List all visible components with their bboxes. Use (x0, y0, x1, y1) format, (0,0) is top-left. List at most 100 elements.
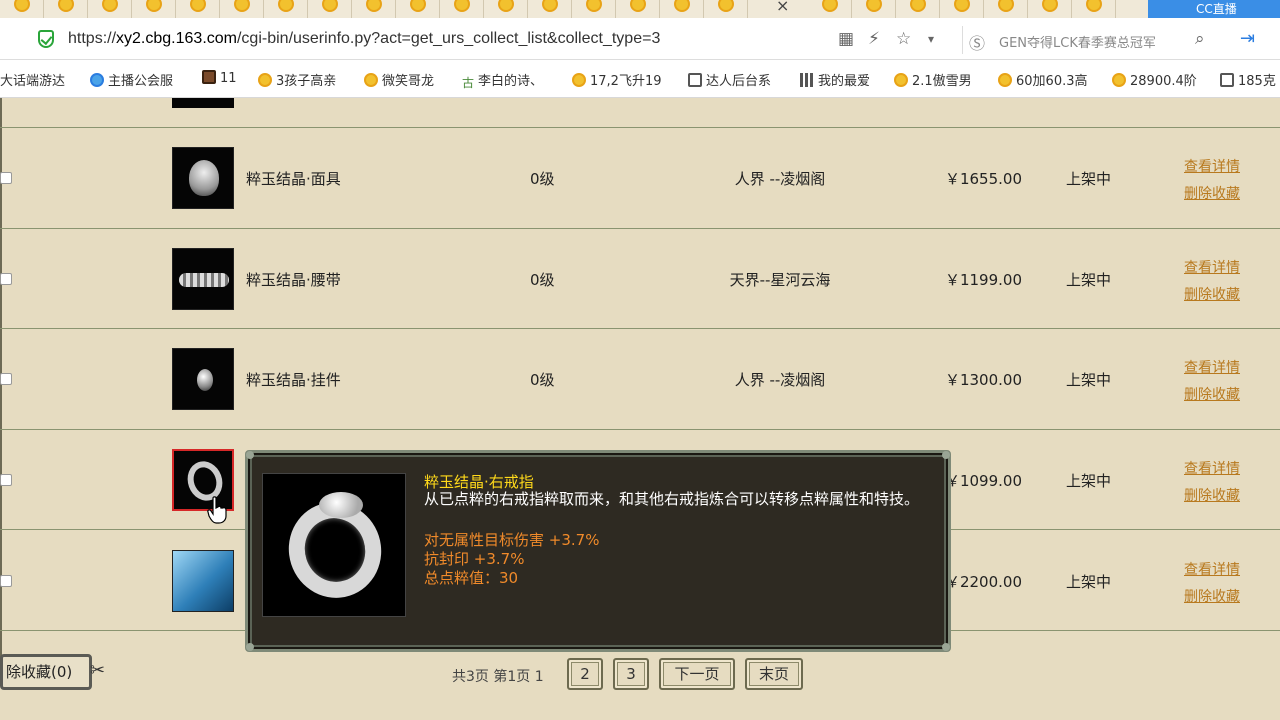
bookmark-item[interactable]: 11 (202, 70, 237, 86)
row-checkbox[interactable] (0, 273, 12, 285)
bookmark-item[interactable]: 大话端游达 (0, 70, 65, 89)
exit-icon[interactable]: ⇥ (1240, 28, 1255, 49)
page-2-button[interactable]: 2 (567, 658, 603, 690)
browser-tab[interactable] (528, 0, 572, 18)
view-detail-link[interactable]: 查看详情 (1184, 156, 1240, 176)
browser-tab[interactable] (396, 0, 440, 18)
browser-tab[interactable] (308, 0, 352, 18)
row-divider (0, 429, 1280, 430)
item-name: 粹玉结晶·面具 (246, 170, 341, 188)
lightning-icon[interactable]: ⚡ (868, 29, 880, 49)
bookmark-item[interactable]: 达人后台系 (688, 70, 771, 89)
item-server: 人界 --凌烟阁 (734, 170, 826, 188)
bookmark-item[interactable]: 古李白的诗、 (462, 70, 543, 90)
bookmark-item[interactable]: 2.1傲雪男 (894, 70, 972, 89)
remove-favorite-link[interactable]: 删除收藏 (1184, 485, 1240, 505)
coin-icon (866, 0, 882, 12)
coin-icon (1042, 0, 1058, 12)
coin-icon (910, 0, 926, 12)
row-checkbox[interactable] (0, 474, 12, 486)
browser-tab[interactable] (572, 0, 616, 18)
search-icon[interactable]: ⌕ (1195, 29, 1205, 49)
search-box[interactable]: Ⓢ GEN夺得LCK春季赛总冠军 ⌕ (962, 26, 1224, 54)
row-checkbox[interactable] (0, 575, 12, 587)
search-input[interactable]: GEN夺得LCK春季赛总冠军 (999, 32, 1156, 51)
view-detail-link[interactable]: 查看详情 (1184, 559, 1240, 579)
remove-favorite-link[interactable]: 删除收藏 (1184, 384, 1240, 404)
item-thumbnail[interactable] (172, 248, 234, 310)
view-detail-link[interactable]: 查看详情 (1184, 257, 1240, 277)
secure-shield-icon (38, 30, 54, 48)
browser-tab[interactable] (220, 0, 264, 18)
browser-tab[interactable] (660, 0, 704, 18)
browser-tab[interactable] (896, 0, 940, 18)
tooltip-corner (246, 451, 254, 459)
view-detail-link[interactable]: 查看详情 (1184, 458, 1240, 478)
coin-icon (146, 0, 162, 12)
item-price: ￥1199.00 (944, 271, 1022, 289)
url-field[interactable]: https://xy2.cbg.163.com/cgi-bin/userinfo… (68, 30, 660, 48)
browser-tab[interactable] (440, 0, 484, 18)
close-tab-icon[interactable]: × (776, 0, 789, 15)
browser-tab[interactable] (940, 0, 984, 18)
remove-favorite-link[interactable]: 删除收藏 (1184, 284, 1240, 304)
row-checkbox[interactable] (0, 373, 12, 385)
last-page-button[interactable]: 末页 (745, 658, 803, 690)
browser-tab[interactable] (484, 0, 528, 18)
browser-tab[interactable] (88, 0, 132, 18)
tooltip-item-image (262, 473, 406, 617)
item-thumbnail[interactable] (172, 550, 234, 612)
browser-tab[interactable] (616, 0, 660, 18)
bookmark-item[interactable]: 185克 (1220, 70, 1276, 89)
browser-tab[interactable] (132, 0, 176, 18)
remove-favorite-link[interactable]: 删除收藏 (1184, 586, 1240, 606)
item-level: 0级 (530, 271, 555, 289)
browser-tab[interactable] (984, 0, 1028, 18)
next-page-button[interactable]: 下一页 (659, 658, 735, 690)
item-thumbnail[interactable] (172, 147, 234, 209)
bookmark-item[interactable]: 17,2飞升19 (572, 70, 662, 89)
tree-icon: 古 (462, 76, 475, 90)
qr-code-icon[interactable]: ▦ (838, 29, 854, 49)
bookmarks-bar: 大话端游达 主播公会服 11 3孩子高亲 微笑哥龙 古李白的诗、 17,2飞升1… (0, 60, 1280, 98)
coin-icon (718, 0, 734, 12)
item-tooltip: 粹玉结晶·右戒指 从已点粹的右戒指粹取而来，和其他右戒指炼合可以转移点粹属性和特… (245, 450, 951, 652)
coin-icon (572, 73, 586, 87)
dropdown-icon[interactable]: ▾ (928, 32, 934, 46)
item-thumbnail[interactable] (172, 348, 234, 410)
row-divider (0, 228, 1280, 229)
coin-icon (234, 0, 250, 12)
browser-tab[interactable] (44, 0, 88, 18)
document-icon (688, 73, 702, 87)
row-checkbox[interactable] (0, 172, 12, 184)
bookmark-item[interactable]: 主播公会服 (90, 70, 173, 89)
bookmark-item[interactable]: 我的最爱 (800, 70, 870, 89)
page-3-button[interactable]: 3 (613, 658, 649, 690)
browser-tab[interactable] (0, 0, 44, 18)
bookmark-item[interactable]: 28900.4阶 (1112, 70, 1197, 89)
view-detail-link[interactable]: 查看详情 (1184, 357, 1240, 377)
coin-icon (58, 0, 74, 12)
gem-image (319, 492, 363, 518)
bookmark-item[interactable]: 微笑哥龙 (364, 70, 434, 89)
browser-tab[interactable] (264, 0, 308, 18)
browser-tab[interactable] (1028, 0, 1072, 18)
coin-icon (454, 0, 470, 12)
browser-tab[interactable] (352, 0, 396, 18)
coin-icon (366, 0, 382, 12)
coin-icon (542, 0, 558, 12)
bookmark-item[interactable]: 3孩子高亲 (258, 70, 336, 89)
browser-tab[interactable] (176, 0, 220, 18)
star-icon[interactable]: ☆ (896, 29, 911, 49)
remove-selected-button[interactable]: 除收藏(0) (0, 654, 92, 690)
browser-tab[interactable] (852, 0, 896, 18)
hand-cursor-icon (207, 496, 227, 524)
browser-tab[interactable] (1072, 0, 1116, 18)
item-level: 0级 (530, 371, 555, 389)
live-tab[interactable]: CC直播 (1148, 0, 1280, 18)
coin-icon (1112, 73, 1126, 87)
remove-favorite-link[interactable]: 删除收藏 (1184, 183, 1240, 203)
bookmark-item[interactable]: 60加60.3高 (998, 70, 1088, 89)
browser-tab[interactable] (808, 0, 852, 18)
browser-tab[interactable] (704, 0, 748, 18)
